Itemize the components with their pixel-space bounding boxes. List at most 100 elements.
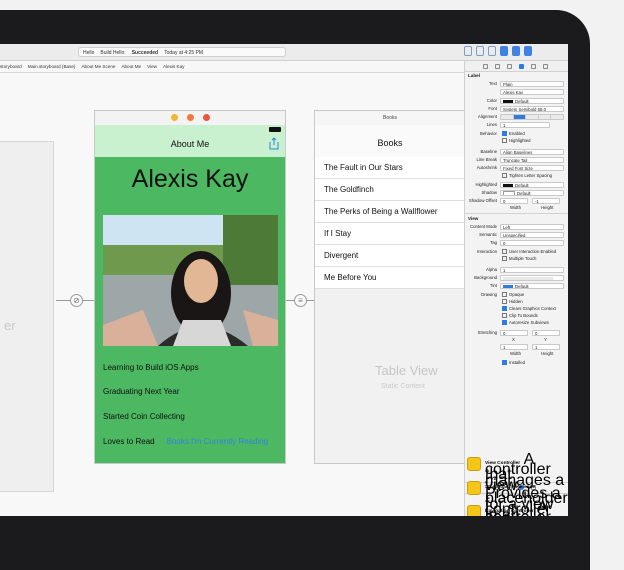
storyboard-canvas[interactable]: er ⊘ About Me Alexis Kay Learning to Bui…: [0, 73, 465, 516]
table-row[interactable]: Me Before You: [315, 267, 465, 289]
tint-select[interactable]: Default: [500, 283, 564, 289]
identity-inspector-icon[interactable]: [507, 64, 512, 69]
interaction-label: Interaction: [476, 249, 497, 254]
attributes-inspector-icon[interactable]: [519, 64, 524, 69]
previous-scene[interactable]: er: [0, 141, 54, 492]
alpha-field[interactable]: 1: [500, 267, 564, 273]
table-row[interactable]: The Goldfinch: [315, 179, 465, 201]
content-mode-select[interactable]: Left: [500, 224, 564, 230]
opaque-text: Opaque: [509, 292, 525, 297]
table-row[interactable]: Divergent: [315, 245, 465, 267]
library-item[interactable]: View Controller A controller that manage…: [467, 452, 565, 494]
stretch-y-field[interactable]: 0: [532, 330, 560, 336]
show-segue-arrow[interactable]: ≡: [286, 293, 316, 307]
installed-checkbox[interactable]: Installed: [500, 360, 564, 366]
stretch-x-field[interactable]: 0: [500, 330, 528, 336]
size-inspector-icon[interactable]: [531, 64, 536, 69]
highlighted-color-select[interactable]: Default: [500, 182, 564, 188]
navigator-toggle-icon[interactable]: [500, 46, 508, 56]
table-row[interactable]: The Fault in Our Stars: [315, 157, 465, 179]
navigation-bar: About Me: [95, 125, 285, 157]
align-left-icon[interactable]: [501, 115, 514, 119]
jump-item[interactable]: storyboard: [0, 61, 22, 72]
autoshrink-select[interactable]: Fixed Font Size: [500, 165, 564, 171]
name-label[interactable]: Alexis Kay: [95, 165, 285, 194]
opaque-checkbox[interactable]: Opaque: [500, 292, 564, 298]
help-inspector-icon[interactable]: [495, 64, 500, 69]
alpha-label: Alpha: [486, 267, 497, 272]
hidden-checkbox[interactable]: Hidden: [500, 299, 564, 305]
behavior-label: Behavior: [480, 131, 497, 136]
background-select[interactable]: [500, 275, 564, 281]
books-link-button[interactable]: Books I'm Currently Reading: [167, 437, 269, 446]
connections-inspector-icon[interactable]: [543, 64, 548, 69]
jump-item[interactable]: Main.storyboard (Base): [28, 61, 76, 72]
previous-scene-label: er: [4, 318, 16, 333]
shadow-label: Shadow: [481, 190, 497, 195]
align-natural-icon[interactable]: [551, 115, 563, 119]
stretch-height-field[interactable]: 1: [532, 344, 560, 350]
inspector-tabs: [465, 61, 568, 72]
highlighted-text: Highlighted: [509, 138, 531, 143]
version-editor-icon[interactable]: [488, 46, 496, 56]
bio-line-last: Loves to Read Books I'm Currently Reading: [103, 437, 268, 446]
multiple-touch-checkbox[interactable]: Multiple Touch: [500, 256, 564, 262]
semantic-select[interactable]: Unspecified: [500, 232, 564, 238]
enabled-checkbox[interactable]: Enabled: [500, 131, 564, 137]
scheme-name[interactable]: Hello: [83, 48, 94, 56]
user-interaction-checkbox[interactable]: User Interaction Enabled: [500, 249, 564, 255]
shadow-select[interactable]: Default: [500, 190, 564, 196]
table-view-subtitle: Static Content: [381, 383, 425, 390]
multiple-touch-text: Multiple Touch: [509, 256, 537, 261]
first-responder-icon[interactable]: [187, 114, 194, 121]
tag-field[interactable]: 0: [500, 240, 564, 246]
file-inspector-icon[interactable]: [483, 64, 488, 69]
jump-item[interactable]: View: [147, 61, 157, 72]
autoresize-checkbox[interactable]: Autoresize Subviews: [500, 320, 564, 326]
exit-icon[interactable]: [203, 114, 210, 121]
view-controller-icon[interactable]: [171, 114, 178, 121]
library-item[interactable]: Storyboard Reference Provides a placehol…: [467, 480, 568, 516]
lines-field[interactable]: 1: [500, 122, 550, 128]
books-scene[interactable]: Books Books The Fault in Our Stars The G…: [314, 110, 465, 464]
align-justify-icon[interactable]: [539, 115, 552, 119]
lines-label: Lines: [486, 122, 497, 127]
view-controller-library-icon: [467, 457, 481, 471]
font-field[interactable]: System Semibold 58.0: [500, 106, 564, 112]
color-select[interactable]: Default: [500, 98, 564, 104]
jump-item[interactable]: About Me: [121, 61, 141, 72]
tighten-checkbox[interactable]: Tighten Letter Spacing: [500, 173, 564, 179]
debug-toggle-icon[interactable]: [512, 46, 520, 56]
autoshrink-label: Autoshrink: [476, 165, 497, 170]
utilities-toggle-icon[interactable]: [524, 46, 532, 56]
linebreak-select[interactable]: Truncate Tail: [500, 157, 564, 163]
shadow-width-field[interactable]: 0: [500, 198, 528, 204]
stretching-label: Stretching: [477, 330, 497, 335]
highlighted-checkbox[interactable]: Highlighted: [500, 138, 564, 144]
segue-arrow[interactable]: ⊘: [56, 293, 96, 307]
segue-icon: ⊘: [70, 294, 83, 307]
standard-editor-icon[interactable]: [464, 46, 472, 56]
assistant-editor-icon[interactable]: [476, 46, 484, 56]
clears-context-checkbox[interactable]: Clears Graphics Context: [500, 306, 564, 312]
about-me-scene[interactable]: About Me Alexis Kay Learning to Build iO…: [94, 110, 286, 464]
alignment-control[interactable]: [500, 114, 564, 120]
tag-label: Tag: [490, 240, 497, 245]
table-row[interactable]: If I Stay: [315, 223, 465, 245]
text-type-select[interactable]: Plain: [500, 81, 564, 87]
shadow-height-field[interactable]: -1: [532, 198, 560, 204]
stretch-width-field[interactable]: 1: [500, 344, 528, 350]
label-section-title: Label: [468, 73, 480, 78]
table-row[interactable]: The Perks of Being a Wallflower: [315, 201, 465, 223]
clip-bounds-checkbox[interactable]: Clip To Bounds: [500, 313, 564, 319]
align-center-icon[interactable]: [513, 115, 527, 119]
jump-item[interactable]: About Me Scene: [81, 61, 115, 72]
jump-item[interactable]: Alexis Kay: [163, 61, 184, 72]
profile-photo[interactable]: [103, 215, 278, 346]
baseline-label: Baseline: [480, 149, 497, 154]
library-item[interactable]: Navigation Controller A controller that …: [467, 500, 565, 516]
share-icon[interactable]: [269, 137, 279, 150]
baseline-select[interactable]: Align Baselines: [500, 149, 564, 155]
text-content-field[interactable]: Alexis Kay: [500, 89, 564, 95]
align-right-icon[interactable]: [526, 115, 539, 119]
